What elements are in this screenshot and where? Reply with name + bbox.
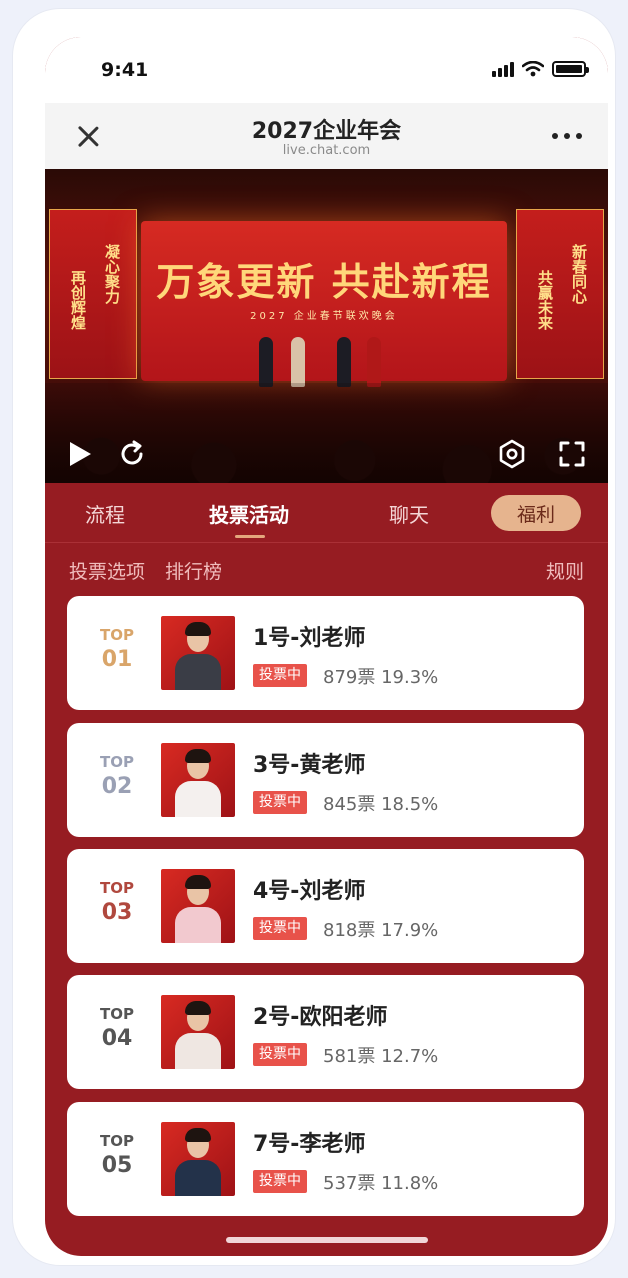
host-figure [367, 337, 381, 387]
right-banner: 新春同心 共赢未来 [516, 209, 604, 379]
cellular-signal-icon [492, 61, 514, 77]
tab-benefits[interactable]: 福利 [491, 495, 581, 531]
rank-badge: TOP 04 [91, 1005, 143, 1055]
rank-top-label: TOP [100, 879, 134, 897]
vote-total: 581票 [323, 1046, 376, 1067]
rank-top-label: TOP [100, 626, 134, 644]
live-video-player[interactable]: 凝心聚力 再创辉煌 万象更新 共赴新程 2027 企业春节联欢晚会 新春同心 共… [45, 169, 608, 483]
vote-percent: 19.3% [381, 667, 439, 688]
tab-bar: 流程 投票活动 聊天 福利 [45, 483, 608, 543]
sub-nav: 投票选项 排行榜 规则 [45, 543, 608, 595]
ranking-card[interactable]: TOP 04 2号-欧阳老师 投票中 581票 12.7% [67, 975, 584, 1089]
vote-percent: 17.9% [381, 920, 439, 941]
home-indicator[interactable] [226, 1237, 428, 1243]
status-bar: 9:41 [45, 37, 608, 103]
candidate-avatar [161, 1122, 235, 1196]
left-banner: 凝心聚力 再创辉煌 [49, 209, 137, 379]
tab-voting[interactable]: 投票活动 [209, 499, 289, 528]
status-time: 9:41 [101, 59, 149, 81]
vote-percent: 11.8% [381, 1173, 439, 1194]
vote-count: 581票 12.7% [323, 1042, 438, 1068]
phone-frame: 9:41 2027企业年会 live.chat.com 凝心聚力 再创辉煌 万象… [12, 8, 616, 1266]
active-tab-indicator [235, 535, 265, 538]
voting-status-badge: 投票中 [253, 917, 307, 940]
host-figure [291, 337, 305, 387]
stage-slogan: 万象更新 共赴新程 [156, 259, 492, 304]
host-figure [337, 337, 351, 387]
vote-total: 818票 [323, 920, 376, 941]
vote-count: 879票 19.3% [323, 663, 438, 689]
rank-number: 01 [101, 647, 133, 672]
stage-subtitle: 2027 企业春节联欢晚会 [250, 311, 398, 322]
vote-total: 537票 [323, 1173, 376, 1194]
vote-count: 537票 11.8% [323, 1169, 438, 1195]
vote-total: 879票 [323, 667, 376, 688]
voting-status-badge: 投票中 [253, 791, 307, 814]
fullscreen-icon[interactable] [557, 439, 587, 469]
rank-top-label: TOP [100, 1005, 134, 1023]
voting-status-badge: 投票中 [253, 1170, 307, 1193]
candidate-name: 4号-刘老师 [253, 879, 366, 904]
rules-link[interactable]: 规则 [546, 557, 584, 584]
rank-number: 02 [101, 774, 133, 799]
candidate-avatar [161, 995, 235, 1069]
rank-badge: TOP 05 [91, 1132, 143, 1182]
ranking-card[interactable]: TOP 02 3号-黄老师 投票中 845票 18.5% [67, 723, 584, 837]
candidate-name: 7号-李老师 [253, 1132, 366, 1157]
candidate-avatar [161, 869, 235, 943]
host-figure [259, 337, 273, 387]
more-options-icon[interactable] [552, 133, 582, 139]
rank-top-label: TOP [100, 753, 134, 771]
rank-badge: TOP 01 [91, 626, 143, 676]
nav-bar: 2027企业年会 live.chat.com [45, 103, 608, 169]
candidate-avatar [161, 743, 235, 817]
audience-silhouettes [45, 393, 608, 483]
vote-options-link[interactable]: 投票选项 [69, 557, 145, 584]
left-banner-line-1: 凝心聚力 [103, 244, 121, 304]
settings-icon[interactable] [497, 439, 527, 469]
vote-percent: 12.7% [381, 1046, 439, 1067]
rank-badge: TOP 02 [91, 753, 143, 803]
rank-top-label: TOP [100, 1132, 134, 1150]
battery-icon [552, 61, 589, 77]
stage-screen: 万象更新 共赴新程 2027 企业春节联欢晚会 [141, 221, 507, 381]
ranking-card[interactable]: TOP 03 4号-刘老师 投票中 818票 17.9% [67, 849, 584, 963]
vote-count: 818票 17.9% [323, 916, 438, 942]
rank-number: 03 [101, 900, 133, 925]
page-url: live.chat.com [282, 143, 371, 158]
candidate-avatar [161, 616, 235, 690]
vote-count: 845票 18.5% [323, 790, 438, 816]
voting-status-badge: 投票中 [253, 1043, 307, 1066]
leaderboard-link[interactable]: 排行榜 [165, 557, 222, 584]
status-icons [492, 61, 589, 77]
voting-status-badge: 投票中 [253, 664, 307, 687]
vote-total: 845票 [323, 794, 376, 815]
right-banner-line-1: 新春同心 [570, 244, 588, 304]
right-banner-line-2: 共赢未来 [536, 270, 554, 330]
play-icon[interactable] [65, 439, 95, 469]
page-title: 2027企业年会 [251, 119, 402, 144]
candidate-name: 3号-黄老师 [253, 753, 366, 778]
rank-badge: TOP 03 [91, 879, 143, 929]
ranking-card[interactable]: TOP 05 7号-李老师 投票中 537票 11.8% [67, 1102, 584, 1216]
candidate-name: 1号-刘老师 [253, 626, 366, 651]
tab-chat[interactable]: 聊天 [389, 499, 429, 528]
candidate-name: 2号-欧阳老师 [253, 1005, 388, 1030]
rank-number: 04 [101, 1026, 133, 1051]
refresh-icon[interactable] [117, 439, 147, 469]
app-screen: 9:41 2027企业年会 live.chat.com 凝心聚力 再创辉煌 万象… [45, 37, 608, 1256]
wifi-icon [522, 61, 544, 77]
tab-schedule[interactable]: 流程 [85, 499, 125, 528]
vote-percent: 18.5% [381, 794, 439, 815]
left-banner-line-2: 再创辉煌 [69, 270, 87, 330]
ranking-card[interactable]: TOP 01 1号-刘老师 投票中 879票 19.3% [67, 596, 584, 710]
rank-number: 05 [101, 1153, 133, 1178]
